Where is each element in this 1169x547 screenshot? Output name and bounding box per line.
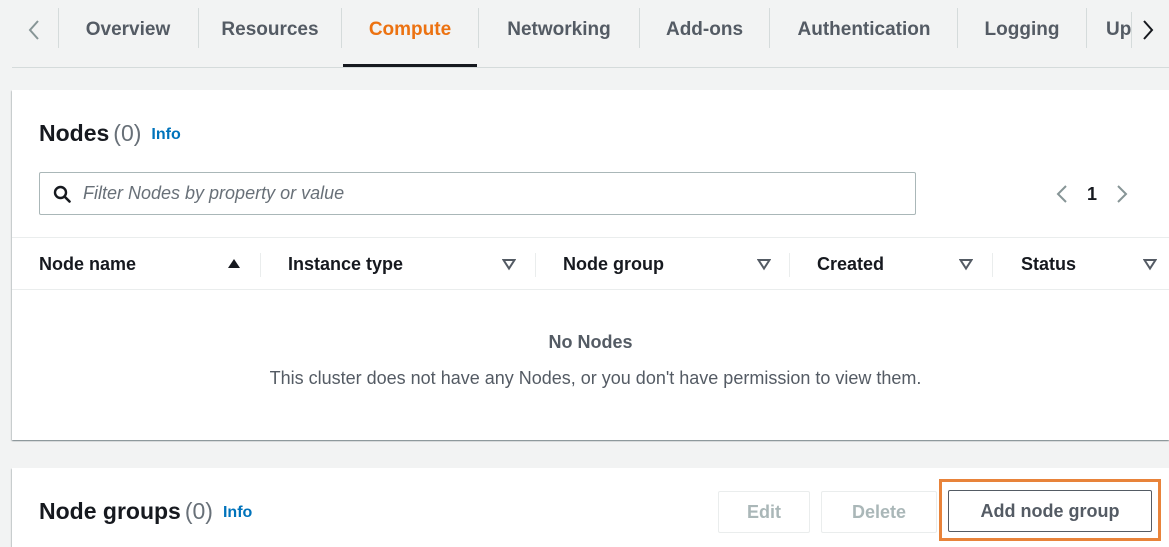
- column-label: Instance type: [288, 254, 404, 274]
- column-divider: [260, 253, 261, 277]
- tabs-scroll-right-button[interactable]: [1128, 8, 1168, 52]
- tab-authentication[interactable]: Authentication: [771, 8, 957, 52]
- column-label: Status: [1021, 254, 1077, 274]
- column-divider: [535, 253, 536, 277]
- edit-button[interactable]: Edit: [718, 491, 810, 533]
- column-divider: [992, 253, 993, 277]
- chevron-right-icon: [1117, 185, 1128, 203]
- nodes-count: (0): [113, 120, 142, 146]
- column-header-status[interactable]: Status: [1021, 238, 1157, 291]
- nodes-filter[interactable]: [39, 172, 916, 215]
- sort-unsorted-icon: [502, 259, 516, 271]
- tab-divider: [478, 8, 479, 48]
- next-page-button[interactable]: [1107, 176, 1137, 212]
- tab-bar: Overview Resources Compute Networking Ad…: [0, 0, 1169, 68]
- add-node-group-button[interactable]: Add node group: [948, 490, 1152, 532]
- column-header-node-group[interactable]: Node group: [563, 238, 771, 291]
- column-header-node-name[interactable]: Node name: [39, 238, 241, 291]
- tab-networking[interactable]: Networking: [480, 8, 638, 52]
- nodes-info-link[interactable]: Info: [151, 126, 180, 143]
- tab-add-ons[interactable]: Add-ons: [641, 8, 768, 52]
- sort-unsorted-icon: [959, 259, 973, 271]
- column-label: Node group: [563, 254, 664, 274]
- tab-logging[interactable]: Logging: [959, 8, 1085, 52]
- nodes-table-header: Node name Instance type Node group Creat…: [12, 237, 1169, 290]
- tab-divider: [341, 8, 342, 48]
- tab-overview[interactable]: Overview: [60, 8, 196, 52]
- empty-state-title: No Nodes: [548, 332, 633, 352]
- nodes-title: Nodes: [39, 120, 110, 146]
- tab-resources[interactable]: Resources: [200, 8, 340, 52]
- nodes-panel: Nodes(0) Info 1 Node name Instance type N…: [12, 90, 1169, 440]
- tab-bar-divider: [12, 67, 1169, 68]
- column-divider: [789, 253, 790, 277]
- column-header-created[interactable]: Created: [817, 238, 973, 291]
- node-groups-info-link[interactable]: Info: [223, 504, 252, 521]
- nodes-pagination: 1: [1047, 176, 1137, 212]
- node-groups-count: (0): [184, 498, 213, 524]
- tabs-scroll-left-button[interactable]: [14, 8, 54, 52]
- page-number-button[interactable]: 1: [1077, 184, 1107, 205]
- sort-ascending-icon: [228, 259, 240, 268]
- column-header-instance-type[interactable]: Instance type: [288, 238, 516, 291]
- chevron-right-icon: [1143, 20, 1154, 40]
- search-icon: [53, 185, 71, 203]
- chevron-left-icon: [28, 20, 39, 40]
- sort-unsorted-icon: [757, 259, 771, 271]
- sort-unsorted-icon: [1143, 259, 1157, 271]
- previous-page-button[interactable]: [1047, 176, 1077, 212]
- chevron-left-icon: [1056, 185, 1067, 203]
- tab-compute[interactable]: Compute: [343, 8, 477, 52]
- tab-divider: [1086, 8, 1087, 48]
- node-groups-title: Node groups: [39, 498, 181, 524]
- nodes-filter-input[interactable]: [83, 183, 863, 204]
- column-label: Created: [817, 254, 885, 274]
- column-label: Node name: [39, 254, 137, 274]
- tab-divider: [769, 8, 770, 48]
- tab-divider: [198, 8, 199, 48]
- tab-divider: [957, 8, 958, 48]
- delete-button[interactable]: Delete: [821, 491, 937, 533]
- empty-state-description: This cluster does not have any Nodes, or…: [269, 368, 922, 388]
- tab-divider: [639, 8, 640, 48]
- node-groups-header: Node groups (0) Info: [39, 498, 252, 525]
- tab-divider: [58, 8, 59, 48]
- nodes-header: Nodes (0) Info: [39, 120, 181, 147]
